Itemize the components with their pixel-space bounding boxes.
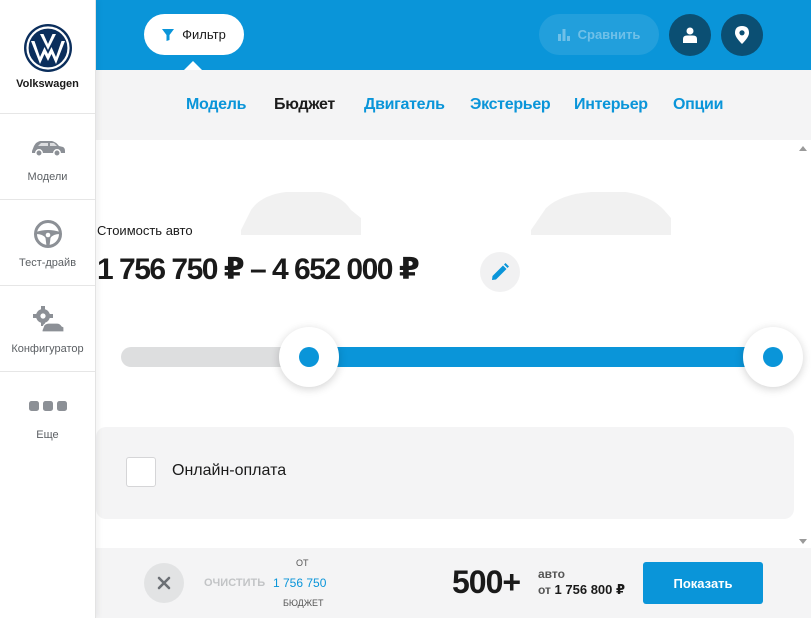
bar-chart-icon	[557, 28, 570, 41]
tab-exterior[interactable]: Экстерьер	[470, 96, 551, 114]
price-slider-track[interactable]	[121, 347, 781, 367]
filter-tabs: Модель Бюджет Двигатель Экстерьер Интерь…	[96, 70, 811, 140]
filter-icon	[162, 28, 175, 41]
edit-price-button[interactable]	[480, 252, 520, 292]
sidebar-item-test-drive[interactable]: Тест-драйв	[0, 200, 95, 286]
price-label: Стоимость авто	[97, 223, 193, 238]
price-value: 1 756 800 ₽	[554, 582, 626, 597]
steering-wheel-icon	[33, 217, 63, 251]
scroll-down-arrow[interactable]	[799, 539, 807, 544]
filter-button[interactable]: Фильтр	[144, 14, 244, 55]
tab-model[interactable]: Модель	[186, 96, 246, 114]
scroll-up-arrow[interactable]	[799, 146, 807, 151]
show-results-button[interactable]: Показать	[643, 562, 763, 604]
results-min-price: от 1 756 800 ₽	[538, 582, 625, 598]
top-bar: Фильтр Сравнить	[96, 0, 811, 70]
clear-button[interactable]	[144, 563, 184, 603]
online-payment-checkbox[interactable]	[126, 457, 156, 487]
compare-button[interactable]: Сравнить	[539, 14, 659, 55]
sidebar-item-models[interactable]: Модели	[0, 114, 95, 200]
tab-options[interactable]: Опции	[673, 96, 723, 114]
user-button[interactable]	[669, 14, 711, 56]
user-icon	[683, 27, 697, 43]
sidebar: Volkswagen Модели Тест-драйв Конфигурато…	[0, 0, 96, 618]
brand[interactable]: Volkswagen	[0, 0, 95, 114]
handle-dot	[299, 347, 320, 367]
online-payment-label: Онлайн-оплата	[172, 462, 287, 479]
handle-dot	[763, 347, 783, 367]
price-prefix: от	[538, 583, 551, 597]
filter-label: Фильтр	[182, 27, 226, 42]
bottom-bar: ОЧИСТИТЬ ОТ 1 756 750 БЮДЖЕТ 500+ авто о…	[96, 548, 811, 618]
budget-value: 1 756 750	[273, 576, 327, 590]
background-car-icon	[241, 192, 361, 235]
clear-label[interactable]: ОЧИСТИТЬ	[204, 577, 265, 589]
tab-budget[interactable]: Бюджет	[274, 96, 335, 114]
budget-caption: БЮДЖЕТ	[283, 598, 324, 608]
car-icon	[30, 131, 66, 165]
compare-label: Сравнить	[577, 27, 641, 42]
configurator-icon	[30, 303, 66, 337]
results-count: 500+	[452, 564, 521, 600]
budget-panel: Стоимость авто 1 756 750 ₽ – 4 652 000 ₽…	[96, 140, 811, 548]
brand-name: Volkswagen	[16, 78, 79, 90]
tab-interior[interactable]: Интерьер	[574, 96, 648, 114]
budget-prefix: ОТ	[296, 558, 309, 568]
close-icon	[157, 576, 171, 590]
results-unit: авто	[538, 567, 565, 581]
configurator-app: Volkswagen Модели Тест-драйв Конфигурато…	[0, 0, 811, 618]
location-pin-icon	[735, 26, 749, 44]
pencil-icon	[492, 263, 509, 280]
online-payment-option: Онлайн-оплата	[96, 427, 794, 519]
price-slider-max-handle[interactable]	[743, 327, 803, 387]
sidebar-item-label: Конфигуратор	[11, 342, 84, 355]
sidebar-item-label: Тест-драйв	[18, 256, 77, 269]
vw-logo-icon	[23, 24, 72, 72]
price-slider-min-handle[interactable]	[279, 327, 340, 387]
sidebar-item-label: Еще	[36, 429, 59, 441]
sidebar-item-configurator[interactable]: Конфигуратор	[0, 286, 95, 372]
sidebar-item-label: Модели	[27, 170, 68, 183]
sidebar-item-more[interactable]: Еще	[0, 372, 95, 458]
filter-pointer	[184, 61, 202, 70]
location-button[interactable]	[721, 14, 763, 56]
price-slider-fill	[299, 347, 781, 367]
price-range: 1 756 750 ₽ – 4 652 000 ₽	[97, 253, 420, 286]
background-car-icon	[531, 192, 671, 235]
more-icon	[28, 389, 68, 423]
tab-engine[interactable]: Двигатель	[364, 96, 445, 114]
